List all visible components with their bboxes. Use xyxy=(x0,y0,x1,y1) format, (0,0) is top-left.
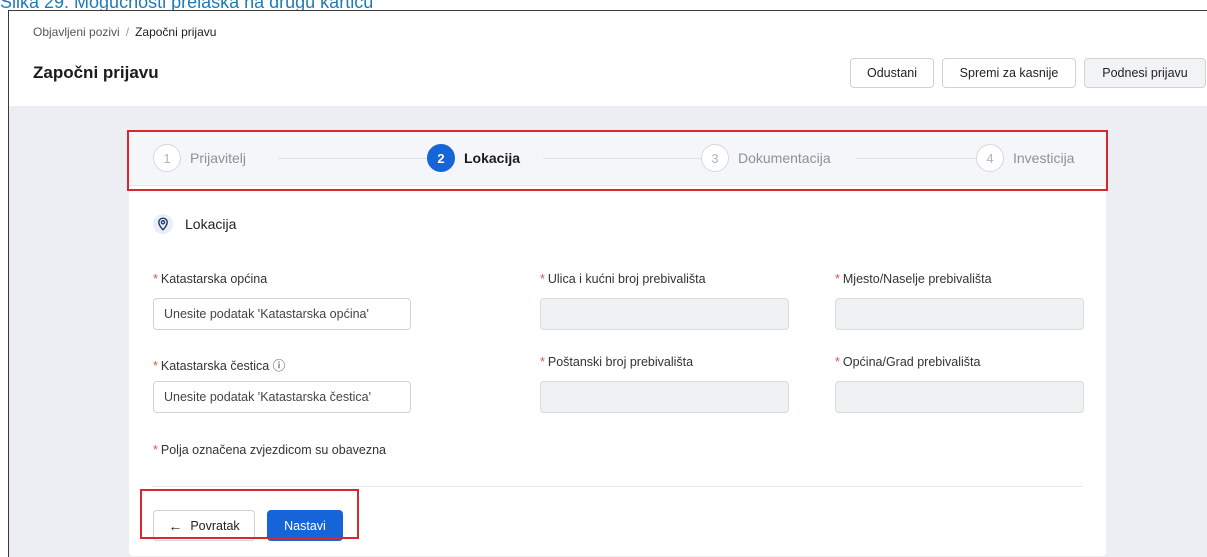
label-mjesto: * Mjesto/Naselje prebivališta xyxy=(835,272,992,286)
label-katastarska-cestica: * Katastarska čestica ⓘ xyxy=(153,359,286,373)
opcina-grad-input xyxy=(835,381,1084,413)
label-katastarska-opcina: * Katastarska općina xyxy=(153,272,268,286)
breadcrumb-current: Započni prijavu xyxy=(135,25,217,39)
info-icon[interactable]: ⓘ xyxy=(273,359,286,373)
required-fields-note: * Polja označena zvjezdicom su obavezna xyxy=(153,443,387,457)
required-asterisk: * xyxy=(835,355,840,369)
page-title: Započni prijavu xyxy=(33,63,159,82)
save-later-button[interactable]: Spremi za kasnije xyxy=(942,58,1076,88)
ulica-input xyxy=(540,298,789,330)
buttons-highlight-box xyxy=(140,489,359,539)
mjesto-input xyxy=(835,298,1084,330)
steps-highlight-box xyxy=(127,130,1108,191)
required-asterisk: * xyxy=(153,272,158,286)
katastarska-opcina-input[interactable]: Unesite podatak 'Katastarska općina' xyxy=(153,298,411,330)
page-header: Objavljeni pozivi / Započni prijavu Započn… xyxy=(9,11,1207,106)
divider xyxy=(153,486,1083,487)
required-asterisk: * xyxy=(153,443,158,457)
required-asterisk: * xyxy=(540,272,545,286)
label-ulica: * Ulica i kućni broj prebivališta xyxy=(540,272,706,286)
cancel-button[interactable]: Odustani xyxy=(850,58,934,88)
postanski-broj-input xyxy=(540,381,789,413)
location-pin-icon xyxy=(153,214,173,234)
katastarska-cestica-input[interactable]: Unesite podatak 'Katastarska čestica' xyxy=(153,381,411,413)
required-asterisk: * xyxy=(540,355,545,369)
section-title: Lokacija xyxy=(185,216,237,232)
section-header: Lokacija xyxy=(153,214,236,234)
required-asterisk: * xyxy=(153,359,158,373)
breadcrumb-parent-link[interactable]: Objavljeni pozivi xyxy=(33,25,120,39)
breadcrumb: Objavljeni pozivi / Započni prijavu xyxy=(33,25,216,39)
label-opcina-grad: * Općina/Grad prebivališta xyxy=(835,355,981,369)
breadcrumb-separator: / xyxy=(125,25,130,39)
required-asterisk: * xyxy=(835,272,840,286)
label-postanski-broj: * Poštanski broj prebivališta xyxy=(540,355,694,369)
submit-application-button[interactable]: Podnesi prijavu xyxy=(1084,58,1206,88)
app-window: Objavljeni pozivi / Započni prijavu Započn… xyxy=(8,10,1207,557)
